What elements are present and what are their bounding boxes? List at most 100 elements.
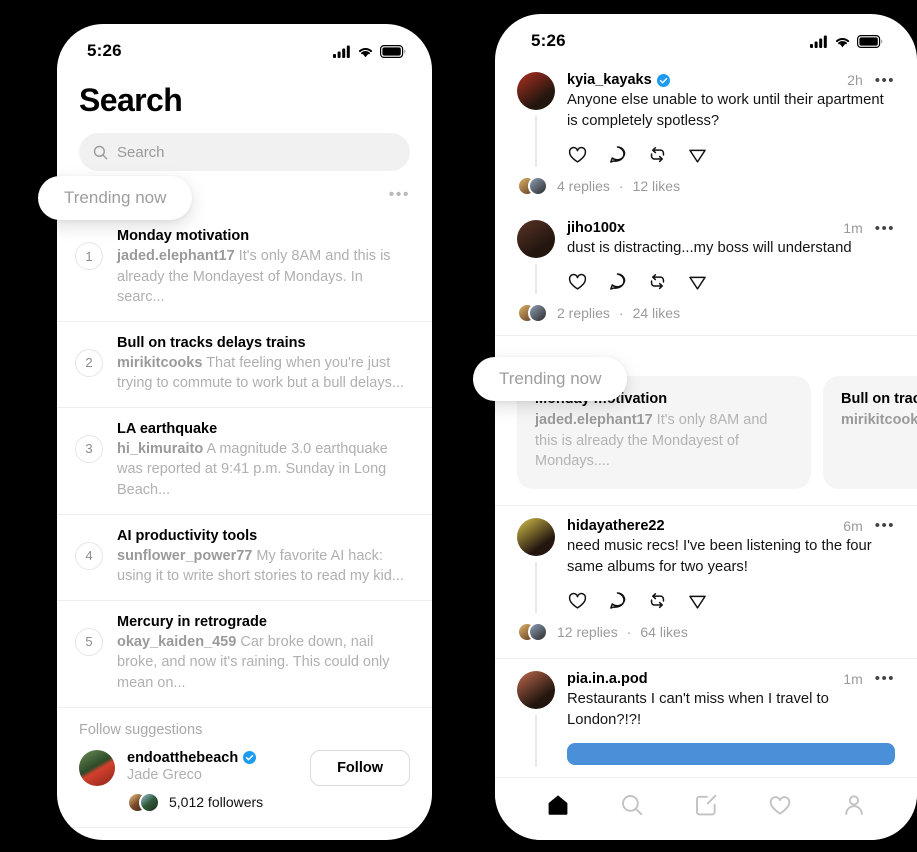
trending-list-item[interactable]: 2 Bull on tracks delays trains mirikitco… xyxy=(57,320,432,407)
trending-title: Monday motivation xyxy=(117,228,250,244)
comment-icon[interactable] xyxy=(607,271,628,292)
search-placeholder: Search xyxy=(117,143,165,161)
post-footer[interactable]: 2 replies · 24 likes xyxy=(495,294,917,335)
trending-list-item[interactable]: 4 AI productivity tools sunflower_power7… xyxy=(57,513,432,600)
follow-card-username-row[interactable]: endoatthebeach xyxy=(127,750,298,766)
trending-rank: 3 xyxy=(75,434,103,463)
post-meta: 2h ••• xyxy=(847,72,895,88)
post-footer[interactable]: 12 replies · 64 likes xyxy=(495,613,917,654)
feed-post[interactable]: jiho100x 1m ••• dust is distracting...my b… xyxy=(495,208,917,335)
post-username[interactable]: kyia_kayaks xyxy=(567,72,652,88)
share-icon[interactable] xyxy=(687,271,708,292)
comment-icon[interactable] xyxy=(607,590,628,611)
repost-icon xyxy=(650,592,665,608)
trending-title: AI productivity tools xyxy=(117,527,258,544)
post-text: Restaurants I can't miss when I travel t… xyxy=(567,690,829,728)
search-input[interactable]: Search xyxy=(79,133,410,171)
trending-list-item[interactable]: 5 Mercury in retrograde okay_kaiden_459 … xyxy=(57,599,432,707)
trending-card-snippet: jaded.elephant17 It's only 8AM and this … xyxy=(535,412,768,470)
tab-home[interactable] xyxy=(545,792,571,818)
more-dots-icon[interactable]: ••• xyxy=(875,518,895,533)
trending-rank: 4 xyxy=(75,541,103,570)
reply-count: 12 replies xyxy=(557,623,618,640)
tab-compose[interactable] xyxy=(693,792,719,818)
left-phone-mockup: 5:26 Search Search ••• 1 Monday motivati… xyxy=(57,24,432,840)
heart-icon[interactable] xyxy=(567,271,588,292)
share-icon[interactable] xyxy=(687,144,708,165)
follow-card-fullname: Jade Greco xyxy=(127,766,202,783)
repost-icon[interactable] xyxy=(647,590,668,611)
post-avatar-column xyxy=(517,670,555,767)
battery-icon xyxy=(857,34,883,48)
trending-snippet: okay_kaiden_459 Car broke down, nail bro… xyxy=(117,633,390,691)
comment-icon xyxy=(610,591,626,609)
post-timestamp: 1m xyxy=(843,670,863,687)
post-media[interactable] xyxy=(567,742,895,765)
avatar xyxy=(528,621,548,642)
status-icons xyxy=(333,44,406,58)
share-icon[interactable] xyxy=(687,590,708,611)
post-header: pia.in.a.pod 1m ••• xyxy=(567,671,895,687)
post-header: kyia_kayaks 2h ••• xyxy=(567,72,895,88)
post-username[interactable]: pia.in.a.pod xyxy=(567,671,648,687)
footer-separator: · xyxy=(618,178,624,194)
page-title: Search xyxy=(79,82,183,118)
post-avatar-column xyxy=(517,220,555,294)
verified-badge-icon xyxy=(243,751,257,765)
repost-icon xyxy=(650,147,665,163)
heart-icon xyxy=(568,592,587,609)
thread-line xyxy=(535,561,537,613)
trending-list-item[interactable]: 3 LA earthquake hi_kimuraito A magnitude… xyxy=(57,406,432,514)
trending-list: 1 Monday motivation jaded.elephant17 It'… xyxy=(57,215,432,707)
right-tab-bar xyxy=(495,777,917,840)
post-footer[interactable]: 4 replies · 12 likes xyxy=(495,167,917,208)
more-dots-icon[interactable]: ••• xyxy=(875,221,895,236)
more-dots-icon[interactable]: ••• xyxy=(389,187,410,203)
trending-snippet: jaded.elephant17 It's only 8AM and this … xyxy=(117,248,391,306)
avatar[interactable] xyxy=(517,517,555,556)
tab-heart[interactable] xyxy=(767,792,793,818)
tab-search[interactable] xyxy=(619,792,645,818)
post-username[interactable]: hidayathere22 xyxy=(567,518,665,534)
follow-button[interactable]: Follow xyxy=(310,749,410,786)
post-meta: 1m ••• xyxy=(843,220,895,236)
avatar[interactable] xyxy=(517,670,555,709)
trending-body: AI productivity tools sunflower_power77 … xyxy=(117,528,414,587)
follow-card-followers-row: 5,012 followers xyxy=(127,791,298,813)
post-username[interactable]: jiho100x xyxy=(567,220,625,236)
avatar[interactable] xyxy=(517,220,555,258)
trending-body: Mercury in retrograde okay_kaiden_459 Ca… xyxy=(117,614,414,694)
avatar[interactable] xyxy=(79,749,115,786)
avatar[interactable] xyxy=(517,72,555,110)
floating-trending-now-label-left[interactable]: Trending now xyxy=(38,176,193,220)
tab-profile[interactable] xyxy=(841,792,867,818)
more-dots-icon[interactable]: ••• xyxy=(875,73,895,88)
trending-title: LA earthquake xyxy=(117,420,218,437)
heart-icon[interactable] xyxy=(567,144,588,165)
heart-icon[interactable] xyxy=(567,590,588,611)
trending-list-item[interactable]: 1 Monday motivation jaded.elephant17 It'… xyxy=(57,215,432,321)
comment-icon[interactable] xyxy=(607,144,628,165)
post-meta: 1m ••• xyxy=(843,671,895,687)
post-meta: 6m ••• xyxy=(843,518,895,534)
wifi-icon xyxy=(358,47,373,57)
post-actions xyxy=(567,590,895,611)
trending-body: LA earthquake hi_kimuraito A magnitude 3… xyxy=(117,421,414,501)
repost-icon[interactable] xyxy=(647,144,668,165)
more-dots-icon[interactable]: ••• xyxy=(875,671,895,686)
post-text: dust is distracting...my boss will under… xyxy=(567,240,852,256)
feed-post[interactable]: kyia_kayaks 2h ••• Anyone else unable to … xyxy=(495,60,917,208)
repost-icon[interactable] xyxy=(647,271,668,292)
trending-title: Bull on tracks delays trains xyxy=(117,334,306,351)
feed-post[interactable]: pia.in.a.pod 1m ••• Restaurants I can't mi… xyxy=(495,659,917,767)
floating-trending-now-label-right[interactable]: Trending now xyxy=(473,357,628,401)
cellular-bars-icon xyxy=(333,45,350,58)
post-body: kyia_kayaks 2h ••• Anyone else unable to … xyxy=(567,72,895,167)
feed-post[interactable]: hidayathere22 6m ••• need music recs! I've… xyxy=(495,506,917,654)
comment-icon xyxy=(610,273,626,290)
post-header: jiho100x 1m ••• xyxy=(567,220,895,236)
left-tab-bar xyxy=(57,826,432,840)
trending-card[interactable]: Bull on tracks delays trains mirikitcook… xyxy=(823,376,917,489)
cellular-bars-icon xyxy=(810,35,827,48)
footer-separator: · xyxy=(626,623,632,640)
